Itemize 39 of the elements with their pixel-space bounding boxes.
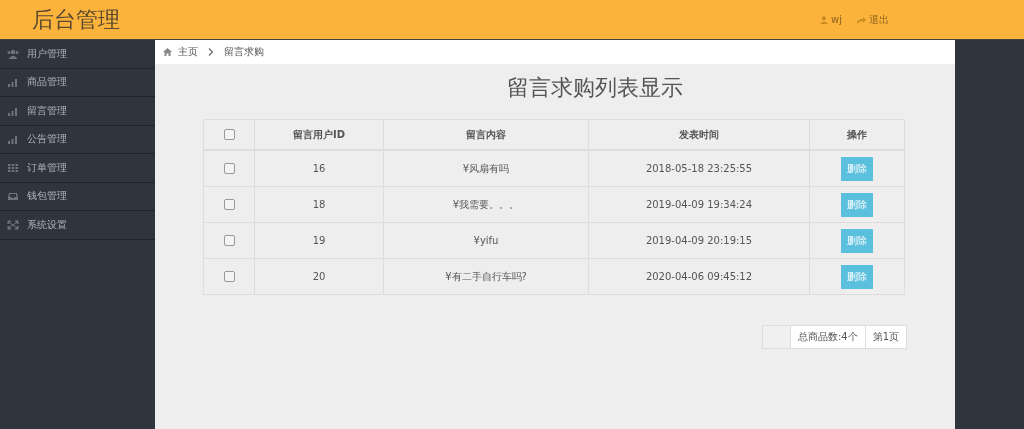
app-title: 后台管理 [32, 5, 120, 34]
table-cell: 20 [254, 258, 384, 295]
signal-bars-icon [7, 77, 19, 88]
signal-bars-icon [7, 105, 19, 116]
inbox-icon [7, 191, 19, 202]
page-title: 留言求购列表显示 [506, 74, 684, 102]
column-header: 发表时间 [588, 119, 810, 150]
checkbox[interactable] [223, 199, 235, 211]
table-cell: 19 [254, 222, 384, 259]
column-header: 留言用户ID [254, 119, 384, 150]
column-header: 操作 [809, 119, 905, 150]
table-cell: 2018-05-18 23:25:55 [588, 150, 810, 187]
checkbox[interactable] [223, 129, 235, 141]
breadcrumb-link[interactable]: 留言求购 [224, 45, 264, 59]
signal-bars-icon [7, 134, 19, 145]
user-icon [820, 15, 829, 24]
table-cell: 2020-04-06 09:45:12 [588, 258, 810, 295]
table-cell: 2019-04-09 20:19:15 [588, 222, 810, 259]
home-icon [163, 48, 172, 56]
table-cell: ¥有二手自行车吗? [383, 258, 589, 295]
checkbox[interactable] [223, 163, 235, 175]
chevron-icon [208, 48, 214, 56]
checkbox[interactable] [223, 235, 235, 247]
users-icon [7, 48, 19, 59]
breadcrumb-link[interactable]: 主页 [178, 45, 198, 59]
table-cell: ¥yifu [383, 222, 589, 259]
share-arrow-icon [856, 15, 866, 24]
table-cell: ¥我需要。。。 [383, 186, 589, 223]
column-header: 留言内容 [383, 119, 589, 150]
table-cell: ¥风扇有吗 [383, 150, 589, 187]
checkbox[interactable] [223, 271, 235, 283]
pager-item[interactable]: 第1页 [864, 325, 907, 349]
table-cell: 16 [254, 150, 384, 187]
table-cell: 18 [254, 186, 384, 223]
grid-icon [7, 162, 19, 173]
pager-item [761, 325, 791, 349]
pager-item: 总商品数:4个 [789, 325, 866, 349]
expand-arrows-icon [7, 219, 19, 230]
table-cell: 2019-04-09 19:34:24 [588, 186, 810, 223]
